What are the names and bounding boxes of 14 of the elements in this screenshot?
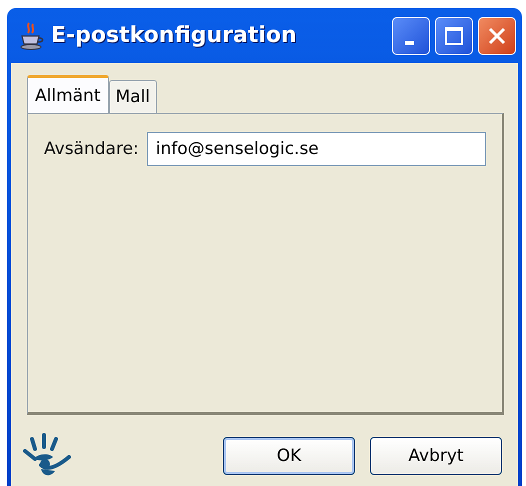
tab[interactable]: Mall bbox=[108, 80, 158, 113]
maximize-button[interactable] bbox=[435, 16, 473, 54]
cancel-button[interactable]: Avbryt bbox=[370, 437, 502, 475]
coffee-cup-icon bbox=[19, 20, 45, 50]
minimize-button[interactable] bbox=[392, 16, 430, 54]
ok-button[interactable]: OK bbox=[223, 437, 355, 475]
window-title: E-postkonfiguration bbox=[51, 23, 297, 48]
tab[interactable]: Allmänt bbox=[27, 75, 108, 113]
minimize-icon bbox=[404, 40, 414, 44]
close-button[interactable] bbox=[478, 16, 516, 54]
sender-field[interactable]: info@senselogic.se bbox=[146, 132, 486, 166]
sender-label: Avsändare: bbox=[44, 139, 139, 159]
maximize-icon bbox=[444, 26, 464, 46]
close-icon bbox=[487, 26, 507, 46]
